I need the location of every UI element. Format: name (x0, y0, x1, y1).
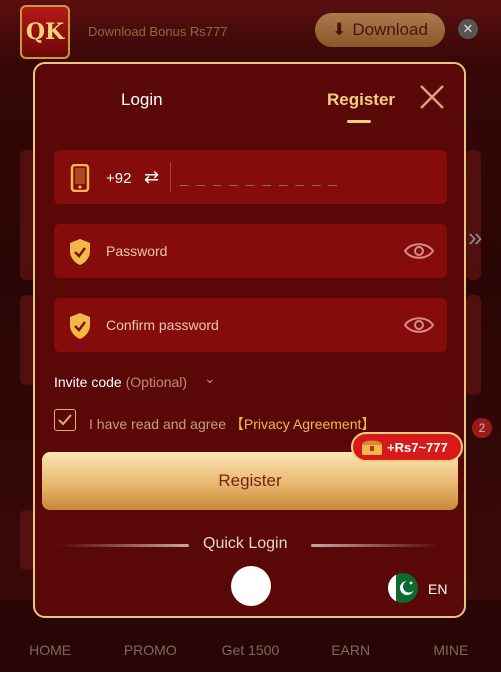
agree-checkbox[interactable] (54, 409, 76, 431)
password-field[interactable]: Password (54, 224, 447, 278)
quick-login-option[interactable] (231, 566, 271, 606)
register-modal: Login Register +92 ⇄ Password Co (33, 62, 466, 618)
invite-code-toggle[interactable]: Invite code (Optional) (54, 374, 187, 390)
shield-icon (70, 313, 90, 339)
phone-divider (170, 162, 171, 192)
eye-icon[interactable] (403, 313, 435, 337)
nav-get-bonus[interactable]: Get 1500 (215, 642, 285, 658)
nav-promo[interactable]: PROMO (115, 642, 185, 658)
password-placeholder: Password (106, 243, 168, 259)
notification-badge: 2 (472, 418, 492, 438)
bonus-badge: +Rs7~777 (351, 432, 463, 462)
active-tab-indicator (347, 120, 371, 123)
close-banner-icon[interactable]: ✕ (458, 19, 478, 39)
phone-icon (70, 164, 90, 192)
background-game-tile (466, 295, 481, 395)
app-logo: QK (20, 5, 70, 59)
eye-icon[interactable] (403, 239, 435, 263)
scroll-right-icon[interactable]: » (468, 222, 482, 253)
invite-code-label: Invite code (54, 374, 122, 390)
pakistan-flag-icon[interactable] (388, 573, 418, 603)
quick-login-divider-right (311, 544, 441, 547)
tab-register[interactable]: Register (327, 90, 395, 110)
tab-login[interactable]: Login (121, 90, 163, 110)
download-label: Download (352, 20, 428, 39)
invite-optional-label: (Optional) (125, 374, 188, 390)
treasure-chest-icon (362, 440, 382, 455)
quick-login-divider-left (59, 544, 189, 547)
phone-field: +92 ⇄ (54, 150, 447, 204)
privacy-agreement-link[interactable]: 【Privacy Agreement】 (230, 416, 376, 432)
top-bar: QK Download Bonus Rs777 ⬇ Download ✕ (0, 0, 501, 62)
quick-login-label: Quick Login (203, 535, 288, 552)
flag-graphic (388, 573, 415, 603)
bonus-badge-text: +Rs7~777 (387, 439, 448, 455)
language-selector[interactable]: EN (428, 581, 447, 597)
shield-icon (70, 239, 90, 265)
nav-home[interactable]: HOME (15, 642, 85, 658)
close-icon[interactable] (418, 83, 446, 111)
download-icon: ⬇ (332, 20, 347, 39)
agreement-label: I have read and agree (89, 416, 226, 432)
country-code[interactable]: +92 (106, 170, 131, 187)
nav-earn[interactable]: EARN (316, 642, 386, 658)
download-button[interactable]: ⬇ Download (315, 13, 445, 47)
agreement-text: I have read and agree 【Privacy Agreement… (89, 414, 375, 434)
swap-country-icon[interactable]: ⇄ (144, 167, 159, 188)
chevron-down-icon[interactable]: ⌄ (204, 370, 216, 387)
phone-input[interactable] (178, 164, 432, 192)
nav-mine[interactable]: MINE (416, 642, 486, 658)
download-bonus-text: Download Bonus Rs777 (88, 24, 228, 39)
confirm-password-placeholder: Confirm password (106, 317, 219, 333)
confirm-password-field[interactable]: Confirm password (54, 298, 447, 352)
checkmark-icon (58, 414, 72, 426)
background-game-tile (466, 150, 481, 280)
